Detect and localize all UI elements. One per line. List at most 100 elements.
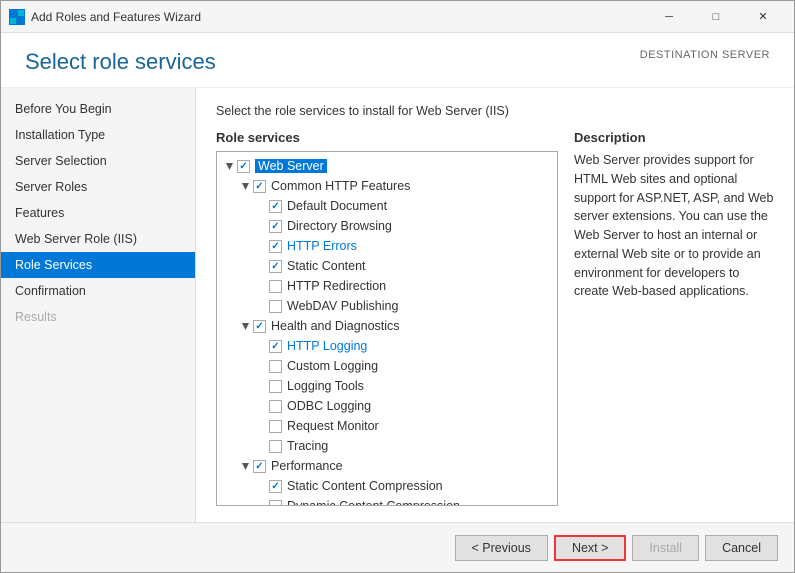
previous-button[interactable]: < Previous	[455, 535, 548, 561]
expand-icon	[253, 238, 269, 254]
tree-item-label: Logging Tools	[287, 379, 364, 393]
description-text: Web Server provides support for HTML Web…	[574, 151, 774, 301]
title-bar: Add Roles and Features Wizard ─ □ ✕	[1, 1, 794, 33]
checkbox[interactable]	[269, 220, 282, 233]
tree-row[interactable]: Performance	[217, 456, 557, 476]
tree-row[interactable]: Health and Diagnostics	[217, 316, 557, 336]
role-services-column: Role services Web Server Common HTTP Feat…	[216, 130, 558, 506]
footer: < Previous Next > Install Cancel	[1, 522, 794, 572]
window-title: Add Roles and Features Wizard	[31, 10, 646, 24]
checkbox[interactable]	[269, 480, 282, 493]
tree-row[interactable]: Static Content Compression	[217, 476, 557, 496]
sidebar-item-before-you-begin[interactable]: Before You Begin	[1, 96, 195, 122]
checkbox[interactable]	[253, 460, 266, 473]
checkbox[interactable]	[269, 440, 282, 453]
expand-icon	[253, 258, 269, 274]
checkbox[interactable]	[237, 160, 250, 173]
checkbox[interactable]	[269, 380, 282, 393]
tree-item-label: Web Server	[255, 159, 327, 173]
tree-item-label: HTTP Errors	[287, 239, 357, 253]
expand-icon	[253, 278, 269, 294]
expand-icon	[253, 358, 269, 374]
tree-item-label: Directory Browsing	[287, 219, 392, 233]
checkbox[interactable]	[269, 500, 282, 507]
sidebar-item-features[interactable]: Features	[1, 200, 195, 226]
tree-row[interactable]: Static Content	[217, 256, 557, 276]
expand-icon	[253, 478, 269, 494]
expand-icon	[253, 198, 269, 214]
minimize-button[interactable]: ─	[646, 1, 692, 33]
close-button[interactable]: ✕	[740, 1, 786, 33]
description-column: Description Web Server provides support …	[574, 130, 774, 506]
main-instruction: Select the role services to install for …	[216, 104, 774, 118]
columns: Role services Web Server Common HTTP Feat…	[216, 130, 774, 506]
checkbox[interactable]	[269, 400, 282, 413]
tree-row[interactable]: HTTP Errors	[217, 236, 557, 256]
sidebar-item-confirmation[interactable]: Confirmation	[1, 278, 195, 304]
checkbox[interactable]	[269, 340, 282, 353]
maximize-button[interactable]: □	[693, 1, 739, 33]
sidebar-item-role-services[interactable]: Role Services	[1, 252, 195, 278]
checkbox[interactable]	[269, 260, 282, 273]
tree-item-label: WebDAV Publishing	[287, 299, 398, 313]
expand-icon	[253, 298, 269, 314]
tree-item-label: Custom Logging	[287, 359, 378, 373]
tree-item-label: Default Document	[287, 199, 387, 213]
expand-icon[interactable]	[221, 158, 237, 174]
checkbox[interactable]	[253, 180, 266, 193]
window-controls: ─ □ ✕	[646, 1, 786, 33]
checkbox[interactable]	[269, 360, 282, 373]
dest-server-label: DESTINATION SERVER	[640, 49, 770, 61]
checkbox[interactable]	[269, 240, 282, 253]
cancel-button[interactable]: Cancel	[705, 535, 778, 561]
tree-row[interactable]: HTTP Redirection	[217, 276, 557, 296]
tree-row[interactable]: Directory Browsing	[217, 216, 557, 236]
tree-item-label: Tracing	[287, 439, 328, 453]
window-icon	[9, 9, 25, 25]
checkbox[interactable]	[269, 200, 282, 213]
tree-item-label: HTTP Logging	[287, 339, 367, 353]
tree-row[interactable]: Custom Logging	[217, 356, 557, 376]
description-col-header: Description	[574, 130, 774, 145]
tree-row[interactable]: Logging Tools	[217, 376, 557, 396]
tree-row[interactable]: HTTP Logging	[217, 336, 557, 356]
tree-row[interactable]: ODBC Logging	[217, 396, 557, 416]
tree-row[interactable]: Dynamic Content Compression	[217, 496, 557, 506]
sidebar-item-installation-type[interactable]: Installation Type	[1, 122, 195, 148]
expand-icon[interactable]	[237, 458, 253, 474]
checkbox[interactable]	[269, 300, 282, 313]
sidebar-item-server-roles[interactable]: Server Roles	[1, 174, 195, 200]
expand-icon	[253, 498, 269, 506]
expand-icon[interactable]	[237, 178, 253, 194]
next-button[interactable]: Next >	[554, 535, 626, 561]
tree-row[interactable]: Tracing	[217, 436, 557, 456]
sidebar-item-server-selection[interactable]: Server Selection	[1, 148, 195, 174]
expand-icon	[253, 338, 269, 354]
checkbox[interactable]	[269, 420, 282, 433]
tree-row[interactable]: Request Monitor	[217, 416, 557, 436]
checkbox[interactable]	[253, 320, 266, 333]
tree-item-label: Static Content	[287, 259, 366, 273]
checkbox[interactable]	[269, 280, 282, 293]
expand-icon[interactable]	[237, 318, 253, 334]
expand-icon	[253, 398, 269, 414]
tree-row[interactable]: WebDAV Publishing	[217, 296, 557, 316]
tree-row[interactable]: Web Server	[217, 156, 557, 176]
page-title: Select role services	[25, 49, 216, 75]
expand-icon	[253, 418, 269, 434]
tree-item-label: Request Monitor	[287, 419, 379, 433]
sidebar-item-web-server-role[interactable]: Web Server Role (IIS)	[1, 226, 195, 252]
content-area: Before You Begin Installation Type Serve…	[1, 88, 794, 522]
tree-item-label: Static Content Compression	[287, 479, 443, 493]
main-content-area: Select the role services to install for …	[196, 88, 794, 522]
tree-row[interactable]: Default Document	[217, 196, 557, 216]
role-services-col-header: Role services	[216, 130, 558, 145]
sidebar: Before You Begin Installation Type Serve…	[1, 88, 196, 522]
tree-row[interactable]: Common HTTP Features	[217, 176, 557, 196]
tree-container[interactable]: Web Server Common HTTP Features Default Do…	[216, 151, 558, 506]
tree-item-label: Health and Diagnostics	[271, 319, 400, 333]
expand-icon	[253, 218, 269, 234]
sidebar-item-results: Results	[1, 304, 195, 330]
expand-icon	[253, 378, 269, 394]
expand-icon	[253, 438, 269, 454]
